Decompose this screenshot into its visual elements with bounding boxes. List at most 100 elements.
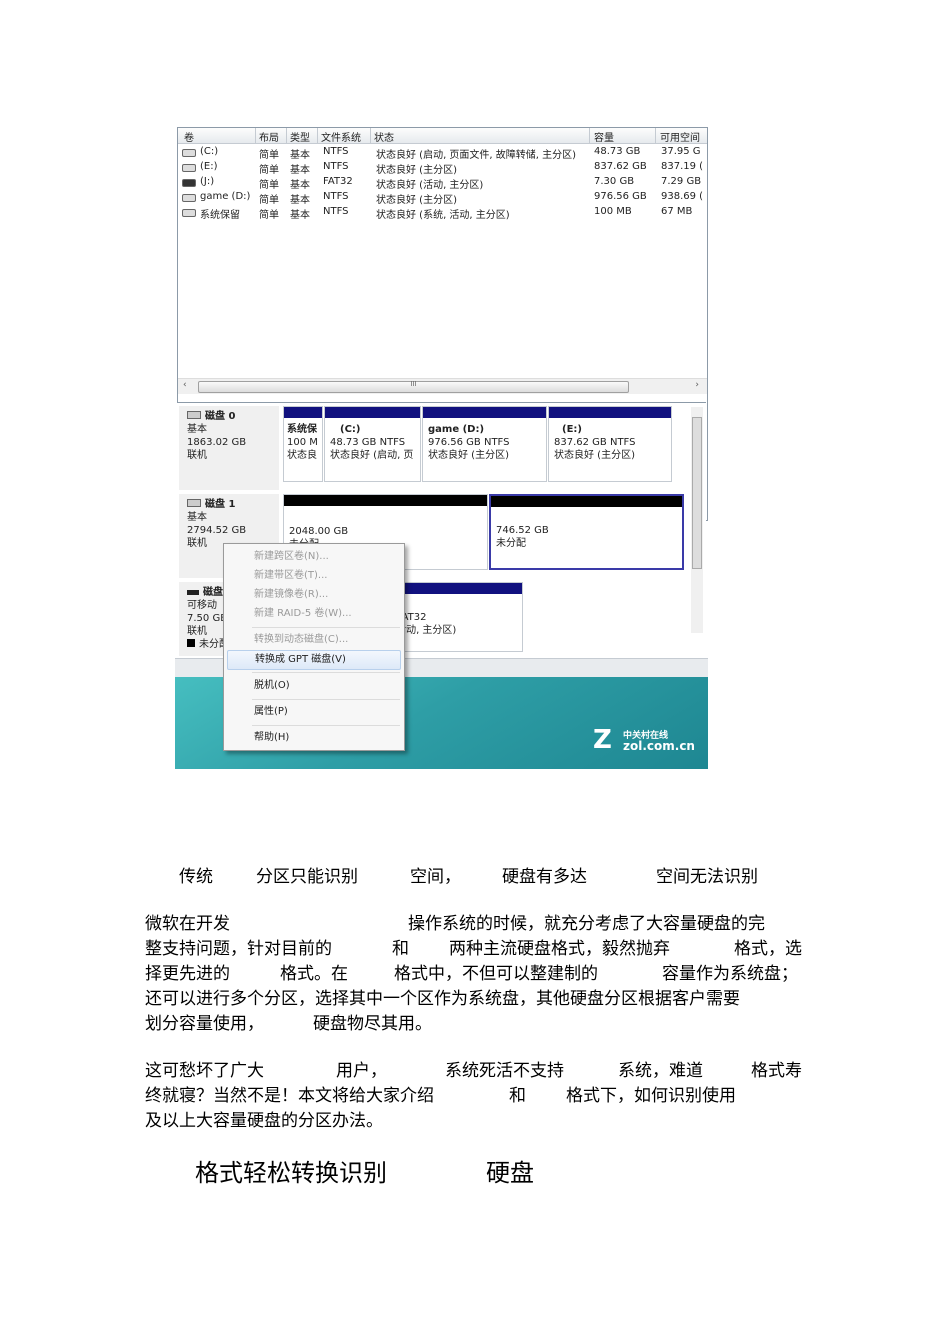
zol-watermark-logo: Z 中关村在线 zol.com.cn <box>593 725 695 755</box>
disk-icon <box>187 499 201 507</box>
volume-capacity: 100 MB <box>594 206 632 217</box>
caption-text: 分区只能识别 <box>256 867 358 887</box>
volume-status: 状态良好 (启动, 页面文件, 故障转储, 主分区) <box>376 150 577 161</box>
volume-layout: 简单 <box>259 210 279 221</box>
col-header-capacity[interactable]: 容量 <box>594 129 654 144</box>
caption-text: 传统 <box>179 867 213 887</box>
col-header-free[interactable]: 可用空间 <box>660 129 706 144</box>
scroll-right-arrow-icon[interactable]: › <box>695 380 699 390</box>
paragraph-text: 用户， <box>336 1061 387 1081</box>
scroll-left-arrow-icon[interactable]: ‹ <box>183 380 187 390</box>
volume-free: 837.19 ( <box>661 161 704 172</box>
drive-icon <box>182 209 196 217</box>
paragraph-text: 还可以进行多个分区，选择其中一个区作为系统盘，其他硬盘分区根据客户需要 <box>145 989 740 1009</box>
disk-management-screenshot: 卷 布局 类型 文件系统 状态 容量 可用空间 (C:) 简单 基本 NTFS … <box>175 125 708 769</box>
volume-row-j[interactable]: (J:) 简单 基本 FAT32 状态良好 (活动, 主分区) 7.30 GB … <box>178 175 707 191</box>
volume-type: 基本 <box>290 180 310 191</box>
paragraph-text: 格式寿 <box>751 1061 802 1081</box>
menu-new-spanned-volume[interactable]: 新建跨区卷(N)... <box>227 548 401 566</box>
col-header-type[interactable]: 类型 <box>290 129 318 144</box>
menu-properties[interactable]: 属性(P) <box>227 703 401 721</box>
heading-text: 硬盘 <box>486 1159 534 1187</box>
paragraph-text: 和 <box>392 939 409 959</box>
volume-fs: NTFS <box>323 146 349 157</box>
paragraph-text: 格式下，如何识别使用 <box>566 1086 736 1106</box>
heading-text: 格式轻松转换识别 <box>195 1159 387 1187</box>
disk-context-menu: 新建跨区卷(N)... 新建带区卷(T)... 新建镜像卷(R)... 新建 R… <box>223 543 405 751</box>
paragraph-text: 格式中，不但可以整建制的 <box>394 964 598 984</box>
menu-new-raid5-volume[interactable]: 新建 RAID-5 卷(W)... <box>227 605 401 623</box>
scroll-grip-icon: III <box>410 380 417 388</box>
usb-drive-icon <box>187 590 199 595</box>
paragraph-text: 硬盘物尽其用。 <box>313 1014 432 1034</box>
paragraph-text: 微软在开发 <box>145 914 230 934</box>
drive-icon <box>182 194 196 202</box>
menu-offline[interactable]: 脱机(O) <box>227 677 401 695</box>
paragraph-text: 系统死活不支持 <box>445 1061 564 1081</box>
col-header-filesystem[interactable]: 文件系统 <box>321 129 369 144</box>
caption-text: 硬盘有多达 <box>502 867 587 887</box>
scroll-thumb[interactable]: III <box>198 380 629 393</box>
menu-new-striped-volume[interactable]: 新建带区卷(T)... <box>227 567 401 585</box>
paragraph-text: 系统，难道 <box>618 1061 703 1081</box>
volume-row-c[interactable]: (C:) 简单 基本 NTFS 状态良好 (启动, 页面文件, 故障转储, 主分… <box>178 145 707 161</box>
volume-type: 基本 <box>290 150 310 161</box>
volume-fs: NTFS <box>323 206 349 217</box>
volume-status: 状态良好 (系统, 活动, 主分区) <box>376 210 510 221</box>
vertical-scrollbar[interactable] <box>691 407 703 633</box>
col-header-layout[interactable]: 布局 <box>259 129 287 144</box>
volume-name: (C:) <box>200 146 219 157</box>
horizontal-scrollbar[interactable]: ‹ III › <box>178 378 707 394</box>
volume-layout: 简单 <box>259 180 279 191</box>
paragraph-text: 这可愁坏了广大 <box>145 1061 264 1081</box>
paragraph-text: 终就寝？当然不是！本文将给大家介绍 <box>145 1086 434 1106</box>
disk-0-label[interactable]: 磁盘 0 基本 1863.02 GB 联机 <box>179 406 279 490</box>
volume-name: (J:) <box>200 176 215 187</box>
paragraph-text: 格式，选 <box>734 939 802 959</box>
caption-text: 空间无法识别 <box>656 867 758 887</box>
menu-help[interactable]: 帮助(H) <box>227 729 401 747</box>
volume-row-e[interactable]: (E:) 简单 基本 NTFS 状态良好 (主分区) 837.62 GB 837… <box>178 160 707 176</box>
paragraph-text: 择更先进的 <box>145 964 230 984</box>
volume-capacity: 976.56 GB <box>594 191 647 202</box>
volume-capacity: 837.62 GB <box>594 161 647 172</box>
paragraph-text: 两种主流硬盘格式，毅然抛弃 <box>449 939 670 959</box>
volume-fs: NTFS <box>323 161 349 172</box>
partition-unallocated-746[interactable]: 746.52 GB 未分配 <box>489 494 684 570</box>
partition-e[interactable]: (E:) 837.62 GB NTFS 状态良好 (主分区) <box>548 406 672 482</box>
paragraph-text: 划分容量使用， <box>145 1014 264 1034</box>
volume-free: 37.95 G <box>661 146 701 157</box>
volume-type: 基本 <box>290 210 310 221</box>
volume-capacity: 7.30 GB <box>594 176 635 187</box>
partition-d[interactable]: game (D:) 976.56 GB NTFS 状态良好 (主分区) <box>422 406 547 482</box>
paragraph-text: 格式。在 <box>280 964 348 984</box>
disk-icon <box>187 411 201 419</box>
col-header-volume[interactable]: 卷 <box>184 129 254 144</box>
unallocated-legend-icon <box>187 639 195 647</box>
partition-system-reserved[interactable]: 系统保 100 M 状态良 <box>283 406 323 482</box>
paragraph-text: 操作系统的时候，就充分考虑了大容量硬盘的完 <box>408 914 765 934</box>
menu-convert-dynamic[interactable]: 转换到动态磁盘(C)... <box>227 631 401 649</box>
volume-name: 系统保留 <box>200 210 240 221</box>
volume-layout: 简单 <box>259 150 279 161</box>
volume-capacity: 48.73 GB <box>594 146 641 157</box>
menu-convert-gpt[interactable]: 转换成 GPT 磁盘(V) <box>227 650 401 670</box>
menu-new-mirrored-volume[interactable]: 新建镜像卷(R)... <box>227 586 401 604</box>
volume-status: 状态良好 (主分区) <box>376 195 457 206</box>
volume-fs: FAT32 <box>323 176 353 187</box>
paragraph-text: 整支持问题，针对目前的 <box>145 939 332 959</box>
volume-row-system-reserved[interactable]: 系统保留 简单 基本 NTFS 状态良好 (系统, 活动, 主分区) 100 M… <box>178 205 707 221</box>
usb-drive-icon <box>182 179 196 187</box>
paragraph-text: 及以上大容量硬盘的分区办法。 <box>145 1111 383 1131</box>
volume-fs: NTFS <box>323 191 349 202</box>
volume-status: 状态良好 (活动, 主分区) <box>376 180 484 191</box>
partition-c[interactable]: (C:) 48.73 GB NTFS 状态良好 (启动, 页 <box>324 406 421 482</box>
volume-status: 状态良好 (主分区) <box>376 165 457 176</box>
volume-table-header: 卷 布局 类型 文件系统 状态 容量 可用空间 <box>178 128 707 144</box>
volume-free: 938.69 ( <box>661 191 704 202</box>
drive-icon <box>182 149 196 157</box>
col-header-status[interactable]: 状态 <box>374 129 574 144</box>
volume-row-d[interactable]: game (D:) 简单 基本 NTFS 状态良好 (主分区) 976.56 G… <box>178 190 707 206</box>
volume-layout: 简单 <box>259 195 279 206</box>
volume-layout: 简单 <box>259 165 279 176</box>
